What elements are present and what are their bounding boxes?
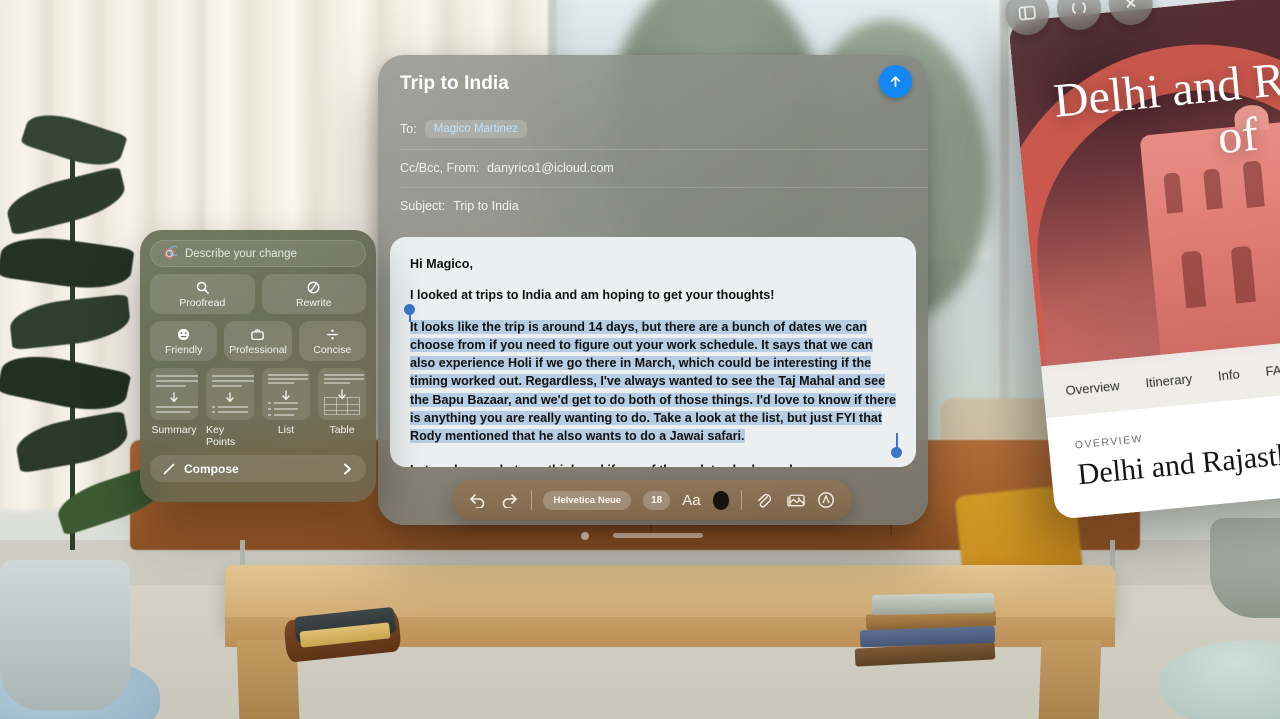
- mail-body-paragraph-3: Let me know what you think and if any of…: [410, 461, 896, 467]
- friendly-label: Friendly: [164, 343, 203, 356]
- key-points-label: Key Points: [206, 424, 236, 448]
- send-button[interactable]: [879, 65, 912, 98]
- professional-label: Professional: [229, 343, 287, 356]
- divide-icon: [325, 327, 340, 342]
- mail-header: Trip to India: [378, 55, 928, 98]
- describe-change-placeholder: Describe your change: [185, 247, 297, 260]
- mail-to-row[interactable]: To: Magico Martinez: [378, 109, 928, 149]
- paperclip-icon[interactable]: [754, 489, 773, 511]
- text-color-swatch[interactable]: [712, 490, 730, 510]
- mail-body-greeting: Hi Magico,: [410, 257, 473, 271]
- summary-doc-icon: [150, 368, 198, 420]
- concise-label: Concise: [313, 343, 352, 356]
- mail-subject-row[interactable]: Subject: Trip to India: [378, 187, 928, 225]
- list-button[interactable]: List: [262, 368, 310, 448]
- toolbar-divider-1: [530, 490, 532, 510]
- writing-tools-panel[interactable]: Describe your change Proofread Rewrite F…: [140, 230, 376, 502]
- apple-intelligence-icon: [162, 246, 177, 261]
- mail-window-title: Trip to India: [400, 73, 509, 94]
- mail-body-editor[interactable]: Hi Magico, I looked at trips to India an…: [390, 237, 916, 467]
- font-size-button[interactable]: 18: [643, 490, 671, 510]
- window-close-dot[interactable]: [581, 532, 589, 540]
- travel-hero-image: INDIA H Delhi and Ra of S: [1008, 0, 1280, 367]
- magnifier-icon: [195, 280, 210, 295]
- mail-format-toolbar[interactable]: Helvetica Neue 18 Aa: [452, 480, 852, 520]
- close-icon[interactable]: [1106, 0, 1155, 28]
- redo-icon[interactable]: [499, 489, 518, 511]
- mail-subject-value[interactable]: Trip to India: [453, 199, 519, 213]
- compose-label: Compose: [184, 461, 239, 476]
- concise-button[interactable]: Concise: [298, 321, 366, 361]
- selection-handle-start[interactable]: [404, 303, 415, 315]
- mail-body-paragraph-1: I looked at trips to India and am hoping…: [410, 288, 775, 303]
- writing-tools-row-1: Proofread Rewrite: [150, 274, 366, 314]
- undo-icon[interactable]: [468, 489, 487, 511]
- writing-tools-row-2: Friendly Professional Concise: [150, 321, 366, 361]
- font-family-button[interactable]: Helvetica Neue: [543, 490, 632, 510]
- proofread-label: Proofread: [179, 296, 226, 309]
- rewrite-icon: [306, 280, 321, 295]
- mail-ccbcc-row[interactable]: Cc/Bcc, From: danyrico1@icloud.com: [378, 149, 928, 187]
- mail-to-label: To:: [400, 122, 417, 136]
- travel-nav-info[interactable]: Info: [1217, 366, 1240, 383]
- recipient-chip[interactable]: Magico Martinez: [424, 120, 528, 138]
- friendly-button[interactable]: Friendly: [150, 321, 218, 361]
- mail-subject-label: Subject:: [400, 199, 446, 213]
- key-points-button[interactable]: Key Points: [206, 368, 254, 448]
- rewrite-button[interactable]: Rewrite: [261, 274, 366, 314]
- list-doc-icon: [262, 368, 310, 420]
- text-format-button[interactable]: Aa: [682, 492, 700, 509]
- markup-icon[interactable]: [817, 489, 836, 511]
- key-points-doc-icon: [206, 368, 254, 420]
- mail-compose-window[interactable]: Trip to India To: Magico Martinez Cc/Bcc…: [378, 55, 928, 525]
- writing-tools-row-3: Summary Key Points List Table: [150, 368, 366, 448]
- mail-body-selected-paragraph[interactable]: It looks like the trip is around 14 days…: [410, 319, 896, 443]
- table-doc-icon: [318, 368, 366, 420]
- mail-body-selection-wrapper[interactable]: It looks like the trip is around 14 days…: [404, 303, 902, 459]
- travel-nav-itinerary[interactable]: Itinerary: [1145, 371, 1193, 390]
- window-grab-bar[interactable]: [613, 533, 703, 538]
- compose-button[interactable]: Compose: [150, 455, 366, 482]
- rewrite-label: Rewrite: [295, 296, 332, 309]
- window-layout-icon[interactable]: [1003, 0, 1052, 37]
- list-label: List: [277, 424, 295, 436]
- mail-from-value[interactable]: danyrico1@icloud.com: [487, 161, 614, 175]
- describe-change-input[interactable]: Describe your change: [150, 240, 366, 267]
- photo-icon[interactable]: [785, 489, 805, 511]
- table-label: Table: [329, 424, 355, 436]
- briefcase-icon: [250, 327, 265, 342]
- proofread-button[interactable]: Proofread: [150, 274, 255, 314]
- professional-button[interactable]: Professional: [224, 321, 292, 361]
- toolbar-divider-2: [741, 490, 743, 510]
- handle-icon[interactable]: [1054, 0, 1104, 33]
- smiley-icon: [176, 327, 191, 342]
- table-button[interactable]: Table: [318, 368, 366, 448]
- chevron-right-icon[interactable]: [341, 462, 354, 476]
- travel-nav-overview[interactable]: Overview: [1065, 378, 1120, 398]
- arrow-up-icon: [890, 76, 901, 88]
- selection-handle-end[interactable]: [891, 447, 902, 459]
- summary-label: Summary: [151, 424, 197, 436]
- pencil-icon: [162, 462, 176, 476]
- travel-nav-faq[interactable]: FAQ: [1265, 361, 1280, 378]
- summary-button[interactable]: Summary: [150, 368, 198, 448]
- travel-browser-window[interactable]: INDIA H Delhi and Ra of S Overview Itine…: [1008, 0, 1280, 520]
- mail-ccbcc-label: Cc/Bcc, From:: [400, 161, 480, 175]
